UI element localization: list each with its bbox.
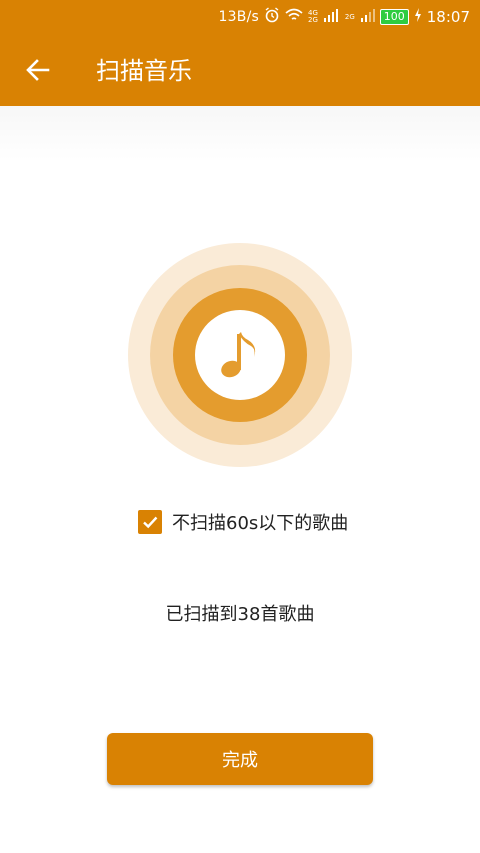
- wifi-icon: [285, 8, 303, 26]
- signal-icon: [323, 8, 340, 26]
- status-bar-right: 13B/s 4G 2G 2G 100 18:07: [219, 7, 470, 27]
- scan-animation: [128, 243, 352, 467]
- back-button[interactable]: [20, 52, 56, 88]
- skip-short-songs-label: 不扫描60s以下的歌曲: [172, 513, 349, 534]
- network-type-badge: 4G 2G: [308, 10, 318, 24]
- network-2g-label: 2G: [307, 16, 318, 24]
- skip-short-songs-checkbox[interactable]: [138, 510, 162, 534]
- page-title: 扫描音乐: [96, 57, 192, 85]
- done-button[interactable]: 完成: [107, 733, 373, 785]
- signal-icon-2: [360, 8, 375, 26]
- app-header: 13B/s 4G 2G 2G 100 18:07 扫描音乐: [0, 0, 480, 106]
- battery-indicator: 100: [379, 9, 409, 25]
- clock: 18:07: [426, 8, 470, 26]
- network-type-badge-2: 2G: [344, 12, 355, 21]
- music-note-icon: [221, 332, 256, 378]
- checkmark-icon: [143, 516, 158, 529]
- scan-result-text: 已扫描到38首歌曲: [165, 604, 315, 625]
- charging-icon: [414, 8, 422, 26]
- network-2g-label-b: 2G: [344, 12, 355, 21]
- alarm-icon: [264, 7, 280, 27]
- scan-center: [195, 310, 285, 400]
- skip-short-songs-option[interactable]: 不扫描60s以下的歌曲: [138, 509, 348, 535]
- status-bar: 13B/s 4G 2G 2G 100 18:07: [0, 0, 480, 34]
- arrow-left-icon: [26, 59, 50, 81]
- header-shadow: [0, 106, 480, 160]
- net-speed: 13B/s: [218, 9, 259, 25]
